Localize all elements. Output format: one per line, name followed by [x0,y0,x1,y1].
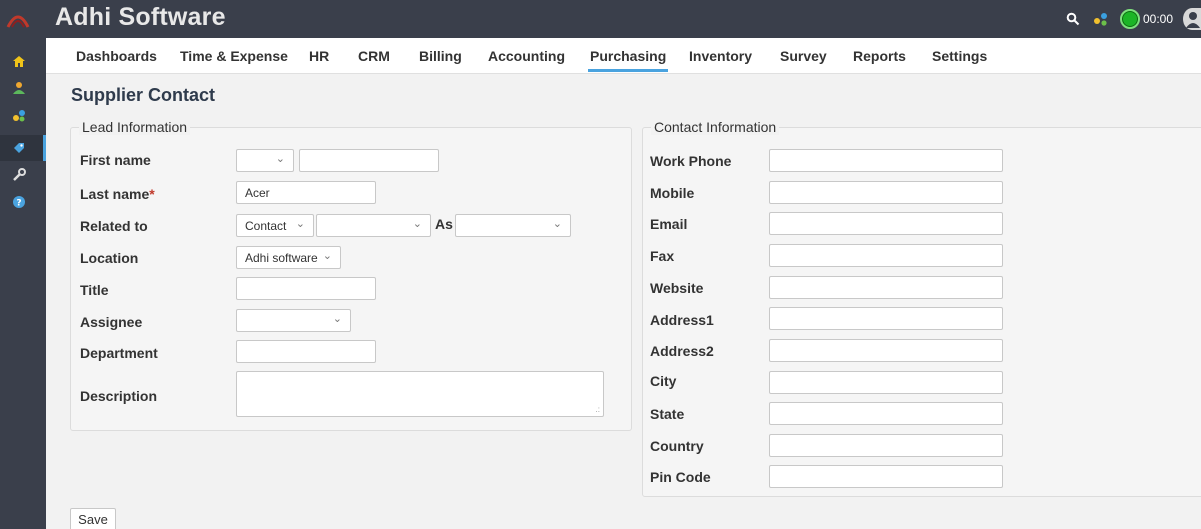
related-to-label: Related to [80,218,148,234]
top-right-toolbar: 00:00 [1064,0,1201,38]
chevron-down-icon: ⌄ [275,153,285,165]
department-label: Department [80,345,158,361]
city-input[interactable] [769,371,1003,394]
svg-text:?: ? [16,199,21,209]
resize-grip-icon[interactable]: .: [596,406,600,414]
page-title: Supplier Contact [71,85,216,105]
lead-information-legend: Lead Information [79,119,191,135]
nav-survey[interactable]: Survey [780,48,827,64]
address1-label: Address1 [650,312,714,328]
website-input[interactable] [769,276,1003,299]
contact-information-legend: Contact Information [651,119,780,135]
location-value: Adhi software [245,251,318,265]
related-entity-select[interactable]: ⌄ [316,214,431,237]
main-nav: Dashboards Time & Expense HR CRM Billing… [46,38,1201,74]
app-title[interactable]: Adhi Software [55,3,226,32]
email-input[interactable] [769,212,1003,235]
salutation-select[interactable]: ⌄ [236,149,294,172]
chevron-down-icon: ⌄ [322,250,332,262]
location-select[interactable]: Adhi software ⌄ [236,246,341,269]
fax-input[interactable] [769,244,1003,267]
pin-code-label: Pin Code [650,469,711,485]
related-type-value: Contact [245,219,287,233]
contact-information-panel: Contact Information Work Phone Mobile Em… [642,119,1201,497]
city-label: City [650,373,677,389]
wrench-icon[interactable] [0,162,46,188]
as-label: As [435,216,453,232]
lead-information-panel: Lead Information First name ⌄ Last name*… [70,119,632,431]
mobile-label: Mobile [650,185,695,201]
user-icon[interactable] [0,75,46,101]
apps-icon[interactable] [1092,10,1110,28]
top-bar: Adhi Software 00:00 [0,0,1201,38]
required-marker: * [149,186,155,202]
chevron-down-icon: ⌄ [412,218,422,230]
work-phone-input[interactable] [769,149,1003,172]
nav-hr[interactable]: HR [309,48,329,64]
description-textarea[interactable]: .: [236,371,604,417]
nav-billing[interactable]: Billing [419,48,462,64]
nav-reports[interactable]: Reports [853,48,906,64]
chevron-down-icon: ⌄ [552,218,562,230]
assignee-select[interactable]: ⌄ [236,309,351,332]
first-name-label: First name [80,152,151,168]
chevron-down-icon: ⌄ [332,313,342,325]
email-label: Email [650,216,688,232]
website-label: Website [650,280,704,296]
logo-icon [6,9,30,29]
state-label: State [650,406,685,422]
timer-status-icon [1119,9,1140,29]
nav-time-expense[interactable]: Time & Expense [180,48,288,64]
state-input[interactable] [769,402,1003,425]
address2-input[interactable] [769,339,1003,362]
save-button[interactable]: Save [70,508,116,529]
department-input[interactable] [236,340,376,363]
country-input[interactable] [769,434,1003,457]
assignee-label: Assignee [80,314,143,330]
apps-icon[interactable] [0,102,46,128]
help-icon[interactable]: ? [0,189,46,215]
nav-accounting[interactable]: Accounting [488,48,565,64]
fax-label: Fax [650,248,675,264]
related-as-select[interactable]: ⌄ [455,214,571,237]
first-name-input[interactable] [299,149,439,172]
pin-code-input[interactable] [769,465,1003,488]
address2-label: Address2 [650,343,714,359]
nav-inventory[interactable]: Inventory [689,48,752,64]
timer-widget[interactable]: 00:00 [1119,9,1173,29]
country-label: Country [650,438,704,454]
left-sidebar: ? [0,38,46,529]
search-icon[interactable] [1064,10,1082,28]
home-icon[interactable] [0,48,46,74]
timer-value: 00:00 [1142,12,1173,26]
last-name-label: Last name* [80,186,155,202]
tag-icon[interactable] [0,135,46,161]
related-type-select[interactable]: Contact ⌄ [236,214,314,237]
last-name-label-text: Last name [80,186,150,202]
chevron-down-icon: ⌄ [295,218,305,230]
mobile-input[interactable] [769,181,1003,204]
user-avatar-icon[interactable] [1183,8,1201,30]
nav-settings[interactable]: Settings [932,48,987,64]
address1-input[interactable] [769,307,1003,330]
nav-purchasing[interactable]: Purchasing [587,48,669,72]
nav-dashboards[interactable]: Dashboards [76,48,157,64]
work-phone-label: Work Phone [650,153,732,169]
title-label: Title [80,282,109,298]
location-label: Location [80,250,139,266]
nav-crm[interactable]: CRM [358,48,390,64]
description-label: Description [80,388,158,404]
last-name-input[interactable]: Acer [236,181,376,204]
title-input[interactable] [236,277,376,300]
